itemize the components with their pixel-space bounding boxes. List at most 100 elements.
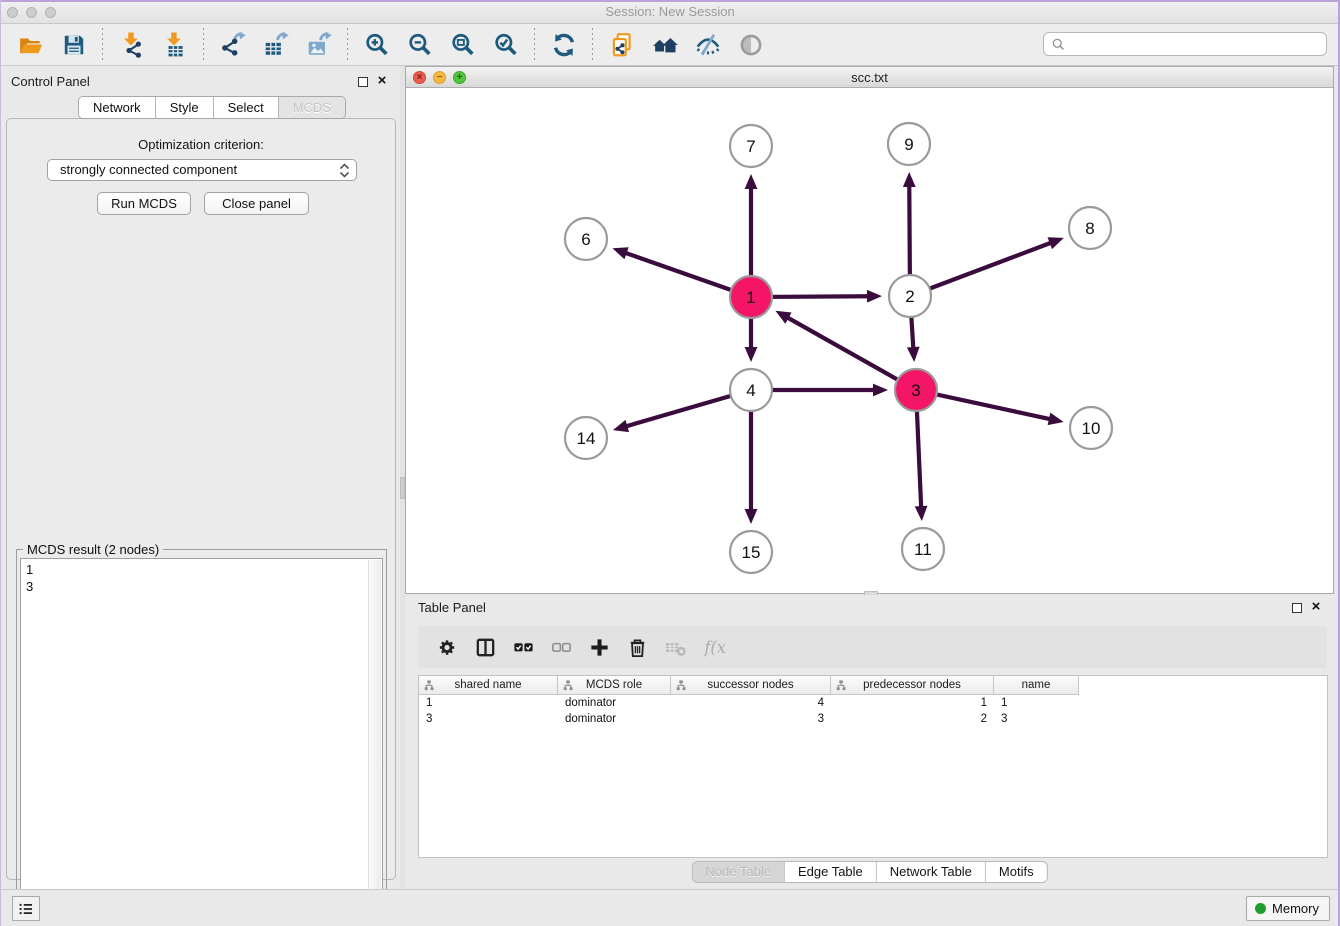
- graph-node-label: 10: [1082, 419, 1101, 438]
- zoom-selected-button[interactable]: [492, 31, 519, 58]
- tab-edge-table[interactable]: Edge Table: [785, 862, 877, 882]
- hide-vizmapper-button[interactable]: [694, 31, 721, 58]
- search-input[interactable]: [1070, 34, 1322, 54]
- table-cell[interactable]: dominator: [558, 695, 671, 711]
- save-session-icon: [61, 32, 87, 58]
- task-history-button[interactable]: [12, 896, 40, 921]
- close-panel-button[interactable]: Close panel: [204, 192, 309, 215]
- tab-select[interactable]: Select: [214, 97, 279, 118]
- table-cell[interactable]: 3: [419, 711, 558, 727]
- graph-node-label: 8: [1085, 219, 1094, 238]
- mcds-result-line: 3: [26, 578, 377, 595]
- columns-icon: [474, 636, 497, 659]
- zoom-in-button[interactable]: [363, 31, 390, 58]
- toolbar-separator: [534, 28, 535, 62]
- table-cell[interactable]: 2: [831, 711, 994, 727]
- close-panel-icon[interactable]: ×: [375, 72, 389, 90]
- search-box[interactable]: [1043, 32, 1327, 56]
- mcds-result-line: 1: [26, 561, 377, 578]
- graph-node-label: 7: [746, 137, 755, 156]
- column-header-MCDS-role[interactable]: MCDS role: [558, 676, 671, 695]
- tab-mcds[interactable]: MCDS: [279, 97, 345, 118]
- optimization-label: Optimization criterion:: [7, 137, 395, 152]
- run-mcds-button[interactable]: Run MCDS: [97, 192, 191, 215]
- tab-style[interactable]: Style: [156, 97, 214, 118]
- trash-button[interactable]: [625, 635, 649, 659]
- mcds-result-area[interactable]: 13: [20, 558, 383, 917]
- column-tree-icon: [836, 680, 847, 691]
- graph-node-label: 6: [581, 230, 590, 249]
- graph-node-label: 15: [742, 543, 761, 562]
- mcds-result-group: MCDS result (2 nodes) 13: [16, 549, 387, 921]
- table-tabs-bar: Node TableEdge TableNetwork TableMotifs: [405, 858, 1334, 886]
- tab-network-table[interactable]: Network Table: [877, 862, 986, 882]
- function-icon: f(x): [702, 636, 725, 659]
- export-network-button[interactable]: [219, 31, 246, 58]
- export-table-icon: [263, 32, 289, 58]
- add-icon: [588, 636, 611, 659]
- table-row[interactable]: 1dominator411: [419, 695, 1327, 711]
- zoom-in-icon: [364, 32, 390, 58]
- table-close-icon[interactable]: ×: [1309, 598, 1323, 616]
- columns-button[interactable]: [473, 635, 497, 659]
- network-view-titlebar[interactable]: × − + scc.txt: [406, 67, 1333, 88]
- table-cell[interactable]: 1: [994, 695, 1079, 711]
- result-scrollbar[interactable]: [368, 560, 381, 915]
- column-header-name[interactable]: name: [994, 676, 1079, 695]
- column-label: shared name: [454, 679, 521, 691]
- graph-edge-arrowhead: [903, 172, 916, 187]
- deselect-all-button[interactable]: [549, 635, 573, 659]
- clone-network-button[interactable]: [608, 31, 635, 58]
- network-canvas[interactable]: 1234678910111415: [406, 88, 1333, 593]
- memory-button[interactable]: Memory: [1246, 896, 1330, 921]
- table-float-icon[interactable]: [1292, 603, 1302, 613]
- table-cell[interactable]: dominator: [558, 711, 671, 727]
- network-graph[interactable]: 1234678910111415: [406, 88, 1333, 593]
- hide-vizmapper-icon: [695, 32, 721, 58]
- tab-motifs[interactable]: Motifs: [986, 862, 1047, 882]
- table-cell[interactable]: 3: [994, 711, 1079, 727]
- table-cell[interactable]: 1: [419, 695, 558, 711]
- graph-edge-arrowhead: [873, 384, 888, 397]
- table-cell[interactable]: 1: [831, 695, 994, 711]
- add-button[interactable]: [587, 635, 611, 659]
- graph-node-label: 4: [746, 381, 755, 400]
- mcds-panel: Optimization criterion: strongly connect…: [6, 118, 396, 880]
- export-image-icon: [306, 32, 332, 58]
- tab-network[interactable]: Network: [79, 97, 156, 118]
- export-image-button[interactable]: [305, 31, 332, 58]
- graph-edge-3-1[interactable]: [787, 317, 916, 390]
- table-row[interactable]: 3dominator323: [419, 711, 1327, 727]
- column-header-successor-nodes[interactable]: successor nodes: [671, 676, 831, 695]
- inspect-button[interactable]: [737, 31, 764, 58]
- optimization-dropdown[interactable]: strongly connected component: [47, 159, 357, 181]
- table-cell[interactable]: 3: [671, 711, 831, 727]
- gear-button[interactable]: [435, 635, 459, 659]
- column-header-shared-name[interactable]: shared name: [419, 676, 558, 695]
- mcds-result-title: MCDS result (2 nodes): [23, 542, 163, 557]
- list-icon: [17, 900, 35, 918]
- float-panel-icon[interactable]: [358, 77, 368, 87]
- column-header-predecessor-nodes[interactable]: predecessor nodes: [831, 676, 994, 695]
- tab-node-table[interactable]: Node Table: [692, 862, 785, 882]
- refresh-network-button[interactable]: [550, 31, 577, 58]
- graph-edge-2-8[interactable]: [910, 242, 1052, 296]
- import-table-button[interactable]: [161, 31, 188, 58]
- table-cell[interactable]: 4: [671, 695, 831, 711]
- column-label: predecessor nodes: [863, 679, 961, 691]
- open-file-button[interactable]: [17, 31, 44, 58]
- toolbar-separator: [592, 28, 593, 62]
- import-network-button[interactable]: [118, 31, 145, 58]
- toolbar-separator: [102, 28, 103, 62]
- home-layout-button[interactable]: [651, 31, 678, 58]
- graph-node-label: 11: [914, 540, 932, 559]
- save-session-button[interactable]: [60, 31, 87, 58]
- column-label: name: [1022, 679, 1051, 691]
- table-panel: Table Panel × f(x) shared nameMCDS roles…: [405, 595, 1334, 888]
- select-all-button[interactable]: [511, 635, 535, 659]
- zoom-out-button[interactable]: [406, 31, 433, 58]
- graph-edge-arrowhead: [1048, 237, 1064, 249]
- zoom-fit-button[interactable]: [449, 31, 476, 58]
- column-tree-icon: [563, 680, 574, 691]
- export-table-button[interactable]: [262, 31, 289, 58]
